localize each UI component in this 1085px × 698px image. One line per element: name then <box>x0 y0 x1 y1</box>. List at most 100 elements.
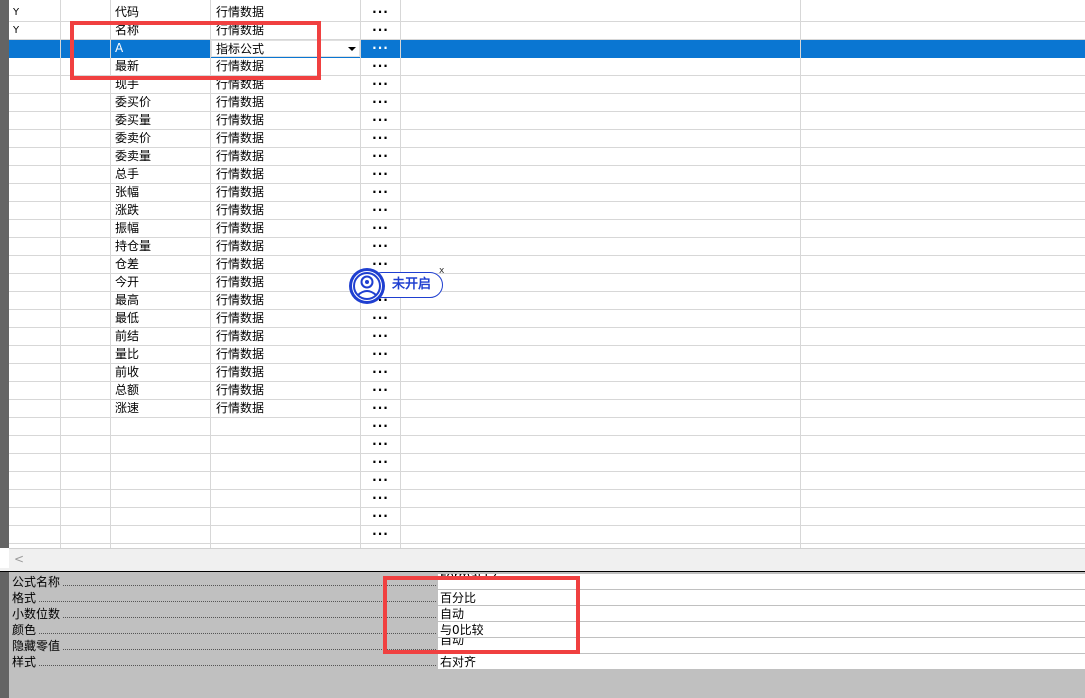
table-row[interactable]: 持仓量 行情数据 ··· <box>9 238 1085 256</box>
more-options-button[interactable]: ··· <box>361 436 400 453</box>
visible-flag[interactable] <box>13 472 53 489</box>
more-options-button[interactable]: ··· <box>361 310 400 327</box>
visible-flag[interactable] <box>13 508 53 525</box>
data-type-cell[interactable] <box>216 472 361 489</box>
more-options-button[interactable]: ··· <box>361 418 400 435</box>
field-name-cell[interactable] <box>115 472 211 489</box>
field-name-cell[interactable]: 委卖价 <box>115 130 211 147</box>
chevron-down-icon[interactable] <box>348 47 356 51</box>
table-row[interactable]: Y 名称 行情数据 ··· <box>9 22 1085 40</box>
field-name-cell[interactable]: 委卖量 <box>115 148 211 165</box>
more-options-button[interactable]: ··· <box>361 202 400 219</box>
table-row[interactable]: 最高 行情数据 ··· <box>9 292 1085 310</box>
horizontal-scrollbar[interactable]: < <box>9 548 1085 568</box>
property-value[interactable]: Format12 <box>438 574 1085 590</box>
visible-flag[interactable] <box>13 220 53 237</box>
table-row[interactable]: 涨跌 行情数据 ··· <box>9 202 1085 220</box>
property-value[interactable]: 右对齐 <box>438 654 1085 670</box>
data-type-cell[interactable]: 行情数据 <box>216 166 361 183</box>
data-type-cell[interactable]: 行情数据 <box>216 364 361 381</box>
scroll-left-arrow-icon[interactable]: < <box>14 552 24 566</box>
more-options-button[interactable]: ··· <box>361 328 400 345</box>
property-row[interactable]: 颜色 与0比较 <box>9 622 1085 638</box>
field-name-cell[interactable]: 涨跌 <box>115 202 211 219</box>
data-type-cell[interactable]: 行情数据 <box>216 148 361 165</box>
visible-flag[interactable] <box>13 364 53 381</box>
data-type-cell[interactable] <box>216 508 361 525</box>
data-type-cell[interactable] <box>216 418 361 435</box>
table-row[interactable]: ··· <box>9 418 1085 436</box>
visible-flag[interactable] <box>13 184 53 201</box>
field-name-cell[interactable]: 最低 <box>115 310 211 327</box>
field-name-cell[interactable]: 代码 <box>115 4 211 21</box>
table-row[interactable]: 委买价 行情数据 ··· <box>9 94 1085 112</box>
more-options-button[interactable]: ··· <box>361 112 400 129</box>
table-row[interactable]: Y 代码 行情数据 ··· <box>9 4 1085 22</box>
property-row[interactable]: 公式名称 Format12 <box>9 574 1085 590</box>
visible-flag[interactable] <box>13 94 53 111</box>
visible-flag[interactable] <box>13 130 53 147</box>
more-options-button[interactable]: ··· <box>361 22 400 39</box>
more-options-button[interactable]: ··· <box>361 76 400 93</box>
visible-flag[interactable]: Y <box>13 22 53 39</box>
field-name-cell[interactable]: 总额 <box>115 382 211 399</box>
property-row[interactable]: 样式 右对齐 <box>9 654 1085 670</box>
field-name-cell[interactable]: 总手 <box>115 166 211 183</box>
data-type-cell[interactable]: 行情数据 <box>216 4 361 21</box>
field-name-cell[interactable] <box>115 508 211 525</box>
table-row[interactable]: 最新 行情数据 ··· <box>9 58 1085 76</box>
data-type-cell[interactable]: 行情数据 <box>216 274 361 291</box>
more-options-button[interactable]: ··· <box>361 166 400 183</box>
more-options-button[interactable]: ··· <box>361 58 400 75</box>
visible-flag[interactable] <box>13 454 53 471</box>
more-options-button[interactable]: ··· <box>361 400 400 417</box>
property-row[interactable]: 格式 百分比 <box>9 590 1085 606</box>
data-type-cell[interactable]: 行情数据 <box>216 382 361 399</box>
visible-flag[interactable] <box>13 256 53 273</box>
visible-flag[interactable] <box>13 436 53 453</box>
visible-flag[interactable] <box>13 166 53 183</box>
table-row[interactable]: 委卖量 行情数据 ··· <box>9 148 1085 166</box>
more-options-button[interactable]: ··· <box>361 346 400 363</box>
visible-flag[interactable] <box>13 238 53 255</box>
table-row[interactable]: ··· <box>9 508 1085 526</box>
field-name-cell[interactable] <box>115 454 211 471</box>
more-options-button[interactable]: ··· <box>361 526 400 543</box>
data-type-cell[interactable]: 行情数据 <box>216 292 361 309</box>
table-row[interactable]: ··· <box>9 490 1085 508</box>
property-value[interactable]: 自动 <box>438 606 1085 622</box>
close-icon[interactable]: x <box>439 267 444 276</box>
table-row[interactable]: 振幅 行情数据 ··· <box>9 220 1085 238</box>
field-name-cell[interactable]: 张幅 <box>115 184 211 201</box>
more-options-button[interactable]: ··· <box>361 490 400 507</box>
table-row[interactable]: A 指标公式 ··· <box>9 40 1085 58</box>
field-name-cell[interactable]: 委买量 <box>115 112 211 129</box>
table-row[interactable]: 仓差 行情数据 ··· <box>9 256 1085 274</box>
user-camera-icon[interactable] <box>349 268 385 304</box>
data-type-cell[interactable]: 行情数据 <box>216 346 361 363</box>
field-name-cell[interactable] <box>115 436 211 453</box>
property-value[interactable]: 百分比 <box>438 590 1085 606</box>
table-row[interactable]: 最低 行情数据 ··· <box>9 310 1085 328</box>
data-type-cell[interactable]: 行情数据 <box>216 94 361 111</box>
more-options-button[interactable]: ··· <box>361 4 400 21</box>
data-type-cell[interactable]: 行情数据 <box>216 238 361 255</box>
visible-flag[interactable] <box>13 112 53 129</box>
more-options-button[interactable]: ··· <box>361 148 400 165</box>
data-type-cell[interactable]: 行情数据 <box>216 58 361 75</box>
data-type-cell[interactable]: 行情数据 <box>216 220 361 237</box>
data-type-cell[interactable]: 行情数据 <box>216 310 361 327</box>
table-row[interactable]: 委买量 行情数据 ··· <box>9 112 1085 130</box>
more-options-button[interactable]: ··· <box>361 508 400 525</box>
table-row[interactable]: 张幅 行情数据 ··· <box>9 184 1085 202</box>
data-type-cell[interactable]: 行情数据 <box>216 76 361 93</box>
table-row[interactable]: 委卖价 行情数据 ··· <box>9 130 1085 148</box>
more-options-button[interactable]: ··· <box>361 364 400 381</box>
data-type-cell[interactable]: 行情数据 <box>216 184 361 201</box>
table-row[interactable]: ··· <box>9 472 1085 490</box>
property-row[interactable]: 小数位数 自动 <box>9 606 1085 622</box>
field-name-cell[interactable]: 最高 <box>115 292 211 309</box>
property-row[interactable]: 隐藏零值 自动 <box>9 638 1085 654</box>
visible-flag[interactable] <box>13 58 53 75</box>
visible-flag[interactable] <box>13 274 53 291</box>
